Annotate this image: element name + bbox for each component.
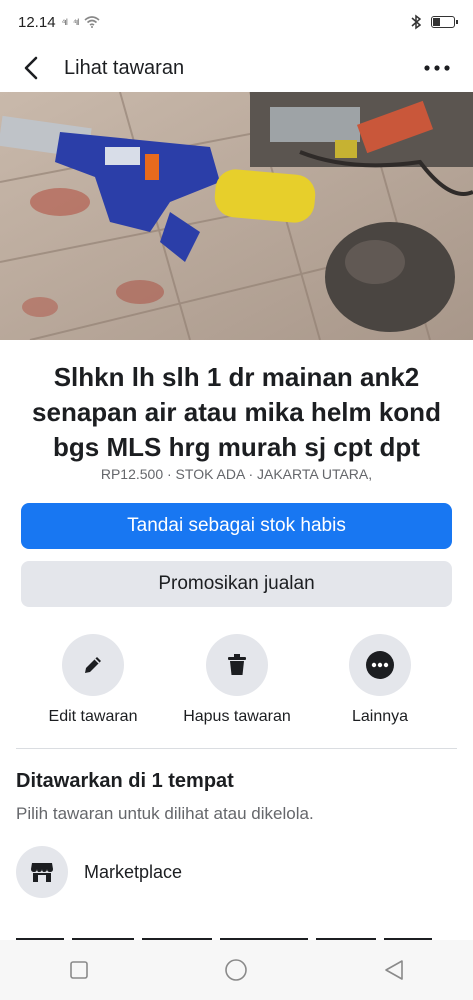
delete-listing-action[interactable]: Hapus tawaran: [162, 634, 312, 726]
system-nav-bar: [0, 940, 473, 1000]
home-icon: [225, 959, 248, 981]
signal-icon-1: ⁴ıl: [61, 17, 68, 27]
edit-listing-label: Edit tawaran: [48, 708, 138, 725]
recents-icon: [70, 961, 88, 979]
delete-circle: [206, 634, 268, 696]
edit-listing-action[interactable]: Edit tawaran: [18, 634, 168, 726]
action-row: Edit tawaran Hapus tawaran Lainnya: [0, 634, 473, 730]
back-triangle-icon: [385, 960, 403, 980]
status-time: 12.14: [18, 13, 56, 31]
recents-button[interactable]: [49, 950, 109, 990]
more-options-button[interactable]: [417, 53, 457, 83]
home-button[interactable]: [206, 950, 266, 990]
marketplace-item[interactable]: Marketplace: [16, 846, 182, 898]
app-bar: Lihat tawaran: [0, 44, 473, 92]
product-photo[interactable]: [0, 92, 473, 340]
bluetooth-icon: [411, 14, 421, 30]
battery-icon: [431, 16, 458, 28]
pencil-icon: [85, 657, 101, 673]
marketplace-store-icon: [31, 863, 53, 882]
more-options-icon: [424, 65, 450, 71]
trash-icon: [228, 654, 246, 675]
section-title: Ditawarkan di 1 tempat: [16, 770, 234, 792]
mark-sold-button[interactable]: Tandai sebagai stok habis: [21, 503, 452, 549]
more-icon: [366, 651, 394, 679]
more-actions[interactable]: Lainnya: [305, 634, 455, 726]
cutoff-content: [16, 928, 457, 940]
back-arrow-icon: [24, 56, 38, 80]
delete-listing-label: Hapus tawaran: [183, 708, 291, 725]
marketplace-label: Marketplace: [84, 861, 183, 882]
product-photo-image: [0, 92, 473, 340]
edit-circle: [62, 634, 124, 696]
promote-listing-button[interactable]: Promosikan jualan: [21, 561, 452, 607]
back-button[interactable]: [16, 53, 46, 83]
wifi-icon: [84, 16, 100, 28]
status-left: 12.14 ⁴ıl ⁴ıl: [18, 14, 100, 31]
divider: [16, 748, 457, 749]
listing-meta: RP12.500 · STOK ADA · JAKARTA UTARA,: [100, 466, 373, 482]
more-circle: [349, 634, 411, 696]
page-title: Lihat tawaran: [64, 56, 185, 79]
marketplace-icon-wrap: [16, 846, 68, 898]
signal-icon-2: ⁴ıl: [72, 17, 79, 27]
more-actions-label: Lainnya: [351, 708, 409, 725]
status-right: [411, 14, 458, 30]
back-nav-button[interactable]: [364, 950, 424, 990]
listing-title: Slhkn lh slh 1 dr mainan ank2 senapan ai…: [32, 362, 441, 462]
section-subtitle: Pilih tawaran untuk dilihat atau dikelol…: [16, 804, 314, 823]
status-bar: 12.14 ⁴ıl ⁴ıl: [0, 0, 473, 44]
